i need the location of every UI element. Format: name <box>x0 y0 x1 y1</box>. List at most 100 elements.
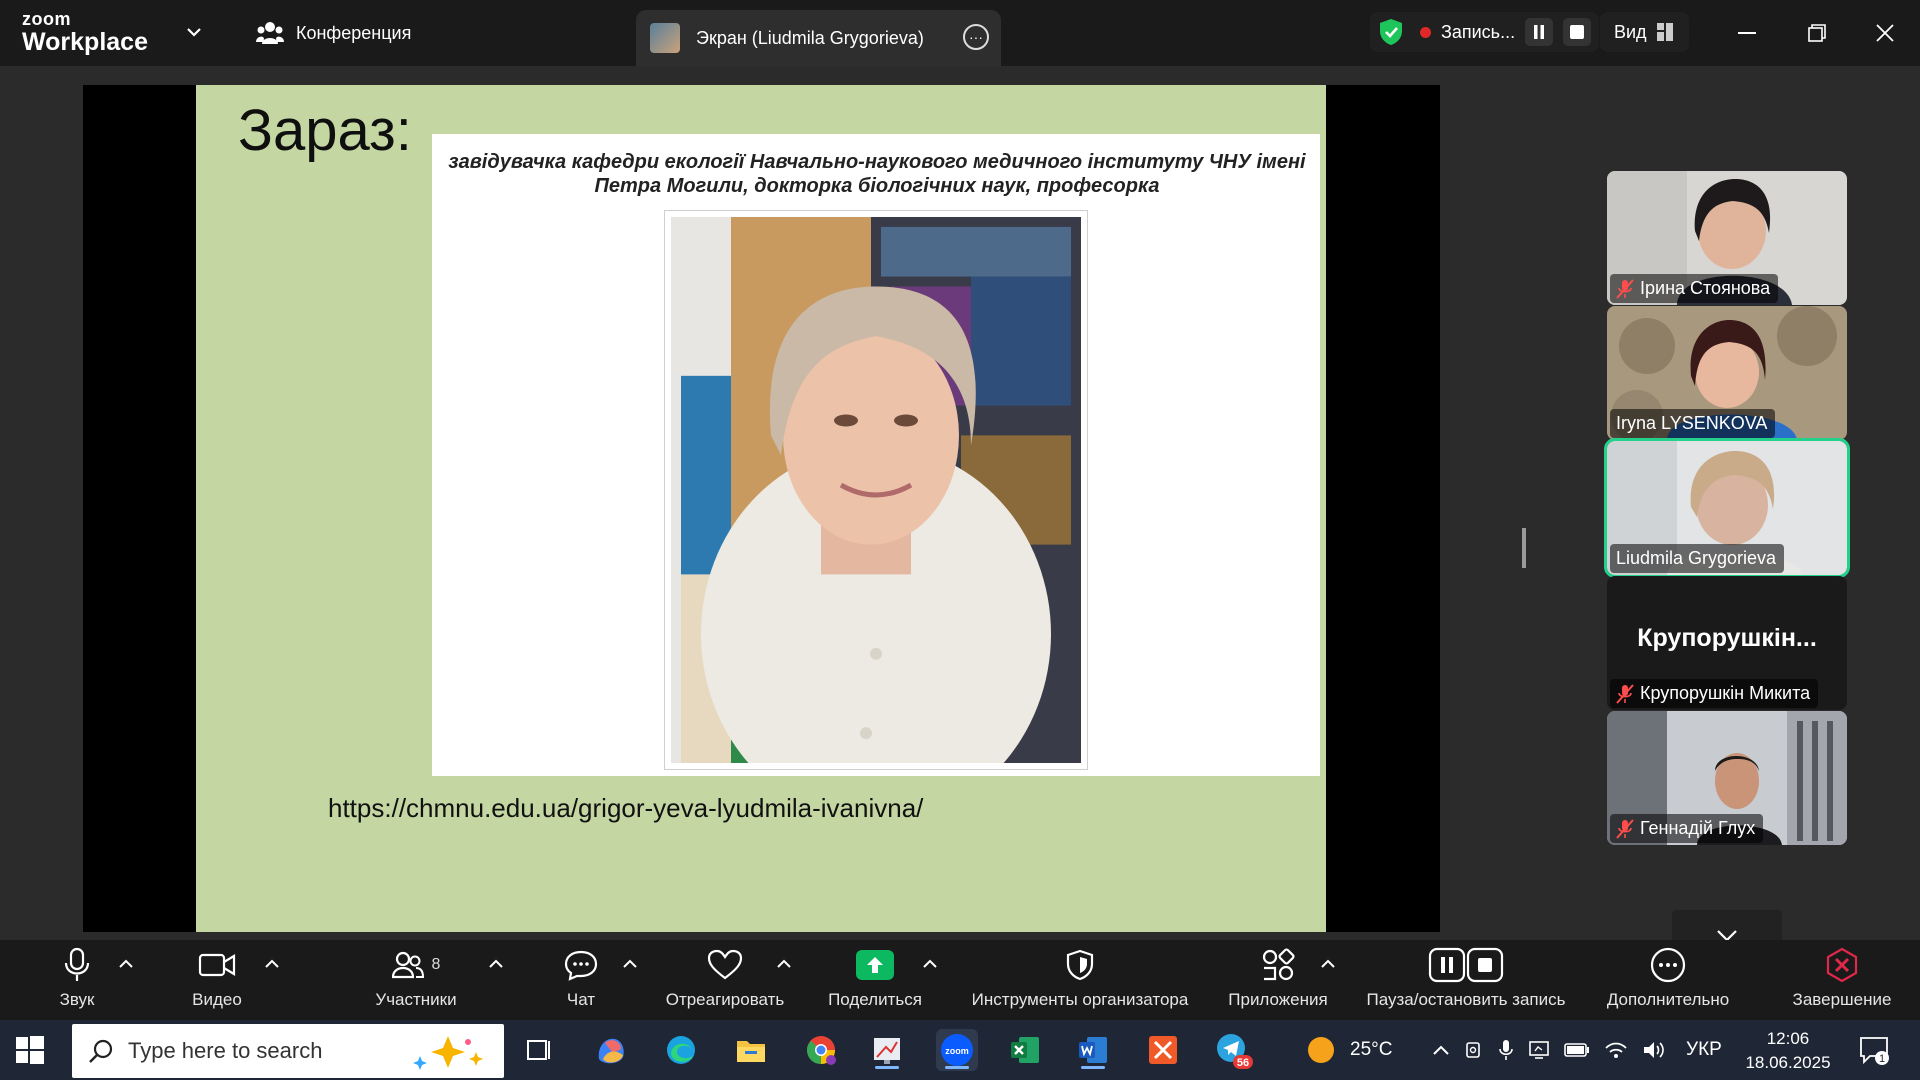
video-camera-icon <box>198 953 236 977</box>
word-app-icon[interactable] <box>1072 1029 1114 1071</box>
slide-title: Зараз: <box>238 98 412 163</box>
stop-recording-button[interactable] <box>1563 18 1592 46</box>
chevron-up-icon[interactable] <box>622 958 638 970</box>
tab-screen-label: Экран (Liudmila Grygorieva) <box>696 27 924 48</box>
task-view-icon[interactable] <box>518 1029 560 1071</box>
participant-name: Ірина Стоянова <box>1640 278 1771 298</box>
copilot-app-icon[interactable] <box>590 1029 632 1071</box>
chat-button[interactable]: Чат <box>560 940 602 1020</box>
close-button[interactable] <box>1868 16 1902 50</box>
file-explorer-icon[interactable] <box>730 1029 772 1071</box>
mic-muted-icon <box>1616 818 1634 839</box>
restore-icon <box>1808 24 1826 42</box>
slide-card: завідувачка кафедри екології Навчально-н… <box>432 134 1320 823</box>
microphone-tray-icon[interactable] <box>1498 1039 1514 1061</box>
apps-button[interactable]: Приложения <box>1222 940 1334 1020</box>
view-label: Вид <box>1614 21 1647 42</box>
tab-conference-label: Конференция <box>296 22 412 43</box>
camera-tray-icon[interactable] <box>1464 1040 1484 1060</box>
tab-screen-share[interactable]: Экран (Liudmila Grygorieva) ··· <box>636 10 1001 66</box>
record-label: Пауза/остановить запись <box>1366 990 1566 1009</box>
slide-url[interactable]: https://chmnu.edu.ua/grigor-yeva-lyudmil… <box>328 793 923 824</box>
chat-icon <box>564 950 598 981</box>
stop-icon <box>1570 25 1585 39</box>
audio-button[interactable]: Звук <box>50 940 104 1020</box>
wifi-icon[interactable] <box>1604 1040 1628 1060</box>
weather-widget[interactable]: 25°C <box>1306 1020 1392 1080</box>
pause-stop-recording-button[interactable]: Пауза/остановить запись <box>1358 940 1574 1020</box>
minimize-icon <box>1738 32 1756 34</box>
mic-muted-icon <box>1616 278 1634 299</box>
chevron-up-icon[interactable] <box>776 958 792 970</box>
participant-tile-active-speaker[interactable]: Liudmila Grygorieva <box>1604 438 1850 578</box>
participant-name: Крупорушкін Микита <box>1640 683 1811 703</box>
title-bar: zoom Workplace Конференция Экран (Liudmi… <box>0 0 1920 66</box>
chevron-up-icon[interactable] <box>922 958 938 970</box>
video-label: Видео <box>192 990 242 1009</box>
view-button[interactable]: Вид <box>1600 12 1689 52</box>
zoom-app-icon[interactable]: zoom <box>936 1029 978 1071</box>
avatar <box>650 23 680 53</box>
more-button[interactable]: Дополнительно <box>1596 940 1740 1020</box>
participants-button[interactable]: 8 Участники <box>370 940 462 1020</box>
participant-tile[interactable]: Iryna LYSENKOVA <box>1607 306 1847 440</box>
edge-browser-icon[interactable] <box>660 1029 702 1071</box>
taskbar-clock[interactable]: 12:06 18.06.2025 <box>1740 1027 1836 1075</box>
pdf-reader-app-icon[interactable] <box>1142 1029 1184 1071</box>
search-icon <box>89 1039 113 1063</box>
host-tools-button[interactable]: Инструменты организатора <box>960 940 1200 1020</box>
participant-name-tag: Крупорушкін Микита <box>1610 679 1819 708</box>
telegram-badge: 56 <box>1237 1057 1249 1069</box>
participant-name-tag: Liudmila Grygorieva <box>1610 544 1785 573</box>
chevron-up-icon[interactable] <box>1432 1044 1450 1056</box>
tab-conference[interactable]: Конференция <box>256 0 411 66</box>
participant-tile-no-video[interactable]: Крупорушкін... Крупорушкін Микита <box>1607 576 1847 710</box>
telegram-app-icon[interactable]: 56 <box>1212 1029 1254 1071</box>
chevron-up-icon[interactable] <box>1320 958 1336 970</box>
apps-label: Приложения <box>1228 990 1328 1009</box>
more-options-icon[interactable]: ··· <box>963 24 989 50</box>
restore-button[interactable] <box>1800 16 1834 50</box>
share-screen-button[interactable]: Поделиться <box>824 940 926 1020</box>
chevron-down-icon[interactable] <box>184 22 204 42</box>
mic-muted-icon <box>1616 683 1634 704</box>
minimize-button[interactable] <box>1730 16 1764 50</box>
end-meeting-button[interactable]: Завершение <box>1786 940 1898 1020</box>
search-placeholder: Type here to search <box>128 1038 323 1063</box>
participant-tile[interactable]: Ірина Стоянова <box>1607 171 1847 305</box>
clock-date: 18.06.2025 <box>1745 1053 1831 1072</box>
apps-icon <box>1262 948 1295 981</box>
chevron-up-icon[interactable] <box>488 958 504 970</box>
recording-status: Запись... <box>1370 12 1600 52</box>
windows-start-icon[interactable] <box>14 1034 46 1066</box>
react-button[interactable]: Отреагировать <box>660 940 790 1020</box>
notifications-badge: 1 <box>1879 1053 1885 1065</box>
presentation-app-icon[interactable] <box>866 1029 908 1071</box>
participants-count: 8 <box>431 956 441 973</box>
language-indicator[interactable]: УКР <box>1686 1039 1722 1061</box>
meeting-toolbar: Звук Видео 8 Участники Чат Отреагировать… <box>0 940 1920 1020</box>
participant-display-name: Крупорушкін... <box>1637 624 1817 652</box>
chevron-up-icon[interactable] <box>118 958 134 970</box>
participant-tile[interactable]: Геннадій Глух <box>1607 711 1847 845</box>
participant-name: Iryna LYSENKOVA <box>1616 413 1768 433</box>
presentation-slide: Зараз: завідувачка кафедри екології Навч… <box>196 85 1326 932</box>
chevron-up-icon[interactable] <box>264 958 280 970</box>
participants-icon <box>391 951 424 979</box>
chat-label: Чат <box>566 990 596 1009</box>
battery-icon[interactable] <box>1564 1042 1590 1058</box>
volume-icon[interactable] <box>1642 1039 1666 1061</box>
share-arrow-icon <box>856 950 894 980</box>
chrome-browser-icon[interactable] <box>800 1029 842 1071</box>
panel-resize-handle[interactable] <box>1522 528 1526 568</box>
video-button[interactable]: Видео <box>186 940 248 1020</box>
display-tray-icon[interactable] <box>1528 1040 1550 1060</box>
excel-app-icon[interactable] <box>1004 1029 1046 1071</box>
encryption-shield-icon[interactable] <box>1378 18 1404 46</box>
pause-recording-button[interactable] <box>1525 18 1554 46</box>
taskbar-search[interactable]: Type here to search <box>72 1024 504 1078</box>
weather-temp: 25°C <box>1350 1039 1393 1060</box>
running-indicator <box>945 1066 969 1069</box>
notifications-icon[interactable]: 1 <box>1858 1034 1890 1066</box>
system-tray: УКР <box>1432 1020 1722 1080</box>
